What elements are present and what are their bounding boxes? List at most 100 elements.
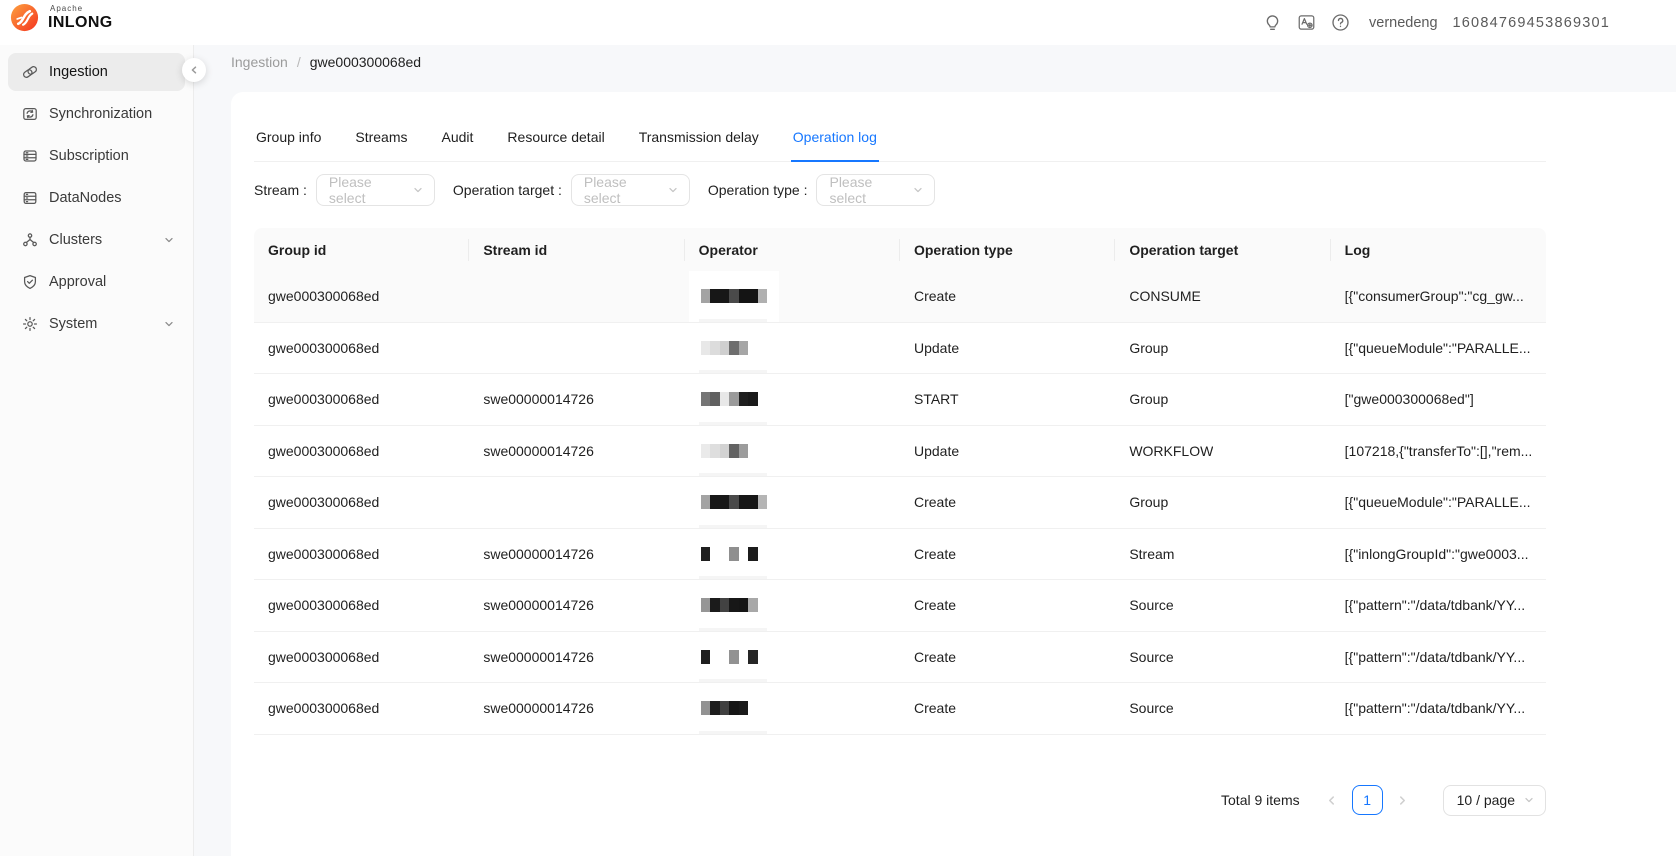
redacted-operator — [701, 701, 749, 715]
pipeline-icon — [22, 64, 38, 80]
sidebar-nav: Ingestion Synchronization Subscription Data… — [0, 53, 193, 343]
translate-icon[interactable] — [1297, 13, 1316, 32]
cell-stream-id — [469, 477, 684, 528]
sidebar-item-ingestion[interactable]: Ingestion — [8, 53, 185, 91]
chevron-down-icon — [667, 184, 679, 196]
cell-operator — [685, 271, 900, 322]
operator-redaction-mask — [689, 632, 779, 683]
filter-select[interactable]: Please select — [816, 174, 935, 206]
tab-transmission-delay[interactable]: Transmission delay — [637, 115, 761, 162]
operator-redaction-mask — [689, 529, 779, 580]
cell-group-id: gwe000300068ed — [254, 271, 469, 322]
tab-audit[interactable]: Audit — [440, 115, 476, 162]
breadcrumb-current: gwe000300068ed — [310, 54, 421, 70]
chevron-down-icon — [163, 234, 175, 246]
column-header-operation-type: Operation type — [900, 228, 1115, 271]
approval-icon — [22, 274, 38, 290]
sidebar-item-label: Synchronization — [49, 106, 175, 122]
cell-log: [{"queueModule":"PARALLE... — [1331, 477, 1546, 528]
sidebar-item-label: System — [49, 316, 163, 332]
redacted-operator — [701, 598, 758, 612]
cell-log: [{"inlongGroupId":"gwe0003... — [1331, 529, 1546, 580]
cell-text: gwe000300068ed — [268, 443, 379, 459]
cell-operation-type: Update — [900, 426, 1115, 477]
select-placeholder: Please select — [829, 174, 912, 206]
sidebar-item-system[interactable]: System — [8, 305, 185, 343]
cell-group-id: gwe000300068ed — [254, 683, 469, 734]
sidebar-item-datanodes[interactable]: DataNodes — [8, 179, 185, 217]
pagination: Total 9 items 1 10 / page — [254, 785, 1546, 816]
tab-resource-detail[interactable]: Resource detail — [505, 115, 606, 162]
cell-text: Update — [914, 443, 959, 459]
redacted-operator — [701, 650, 758, 664]
cell-text: swe00000014726 — [483, 546, 594, 562]
cell-operation-type: Update — [900, 323, 1115, 374]
app-logo[interactable]: Apache INLONG — [9, 2, 113, 33]
sidebar-collapse-button[interactable] — [182, 58, 206, 82]
operator-redaction-mask — [689, 580, 779, 631]
redacted-operator — [701, 392, 758, 406]
cell-text: Create — [914, 597, 956, 613]
sidebar-item-clusters[interactable]: Clusters — [8, 221, 185, 259]
cell-text: Source — [1129, 649, 1173, 665]
lightbulb-icon[interactable] — [1263, 13, 1282, 32]
cell-operator — [685, 323, 900, 374]
pagination-page-1[interactable]: 1 — [1352, 785, 1383, 815]
cell-text: Group — [1129, 340, 1168, 356]
tab-group-info[interactable]: Group info — [254, 115, 323, 162]
cell-text: gwe000300068ed — [268, 494, 379, 510]
cell-group-id: gwe000300068ed — [254, 323, 469, 374]
cell-stream-id: swe00000014726 — [469, 632, 684, 683]
cell-stream-id: swe00000014726 — [469, 374, 684, 425]
cell-text: Source — [1129, 597, 1173, 613]
cell-text: gwe000300068ed — [268, 288, 379, 304]
cell-operation-target: Group — [1115, 477, 1330, 528]
filter-group: Operation type :Please select — [708, 174, 936, 206]
cell-text: swe00000014726 — [483, 649, 594, 665]
help-icon[interactable] — [1331, 13, 1350, 32]
cell-log: ["gwe000300068ed"] — [1331, 374, 1546, 425]
redacted-operator — [701, 341, 749, 355]
sidebar-item-synchronization[interactable]: Synchronization — [8, 95, 185, 133]
breadcrumb-parent[interactable]: Ingestion — [231, 54, 288, 70]
cell-operation-type: Create — [900, 632, 1115, 683]
sidebar-item-subscription[interactable]: Subscription — [8, 137, 185, 175]
cell-text: [{"pattern":"/data/tdbank/YY... — [1345, 597, 1525, 613]
filter-label: Stream : — [254, 182, 307, 198]
sidebar-item-approval[interactable]: Approval — [8, 263, 185, 301]
tab-operation-log[interactable]: Operation log — [791, 115, 879, 162]
cell-operator — [685, 477, 900, 528]
column-header-group-id: Group id — [254, 228, 469, 271]
pagination-prev-button[interactable] — [1318, 786, 1346, 814]
column-header-operation-target: Operation target — [1115, 228, 1330, 271]
cell-text: Source — [1129, 700, 1173, 716]
filter-select[interactable]: Please select — [571, 174, 690, 206]
pagination-page-size-select[interactable]: 10 / page — [1443, 785, 1546, 816]
cell-operator — [685, 580, 900, 631]
cell-operation-target: Stream — [1115, 529, 1330, 580]
table-row: gwe000300068edswe00000014726CreateSource… — [254, 632, 1546, 684]
filter-select[interactable]: Please select — [316, 174, 435, 206]
cell-operation-target: Source — [1115, 683, 1330, 734]
cell-text: [{"inlongGroupId":"gwe0003... — [1345, 546, 1529, 562]
cell-text: CONSUME — [1129, 288, 1201, 304]
cell-text: ["gwe000300068ed"] — [1345, 391, 1474, 407]
cell-text: [{"queueModule":"PARALLE... — [1345, 494, 1531, 510]
cell-log: [{"consumerGroup":"cg_gw... — [1331, 271, 1546, 322]
username[interactable]: vernedeng — [1369, 15, 1438, 31]
chevron-left-icon — [188, 64, 200, 76]
cell-operator — [685, 683, 900, 734]
sidebar-item-label: Approval — [49, 274, 175, 290]
cell-text: swe00000014726 — [483, 597, 594, 613]
top-bar-right: vernedeng 16084769453869301 — [1263, 0, 1610, 45]
tab-streams[interactable]: Streams — [353, 115, 409, 162]
pagination-next-button[interactable] — [1389, 786, 1417, 814]
session-id: 16084769453869301 — [1453, 15, 1611, 31]
operator-redaction-mask — [689, 323, 779, 374]
table-row: gwe000300068edswe00000014726STARTGroup["… — [254, 374, 1546, 426]
breadcrumb: Ingestion / gwe000300068ed — [231, 54, 421, 70]
cell-operation-target: Source — [1115, 580, 1330, 631]
table-body: gwe000300068ed Create CONSUME [{"consumerGr… — [254, 271, 1546, 735]
cell-operation-target: Group — [1115, 374, 1330, 425]
cell-text: swe00000014726 — [483, 443, 594, 459]
